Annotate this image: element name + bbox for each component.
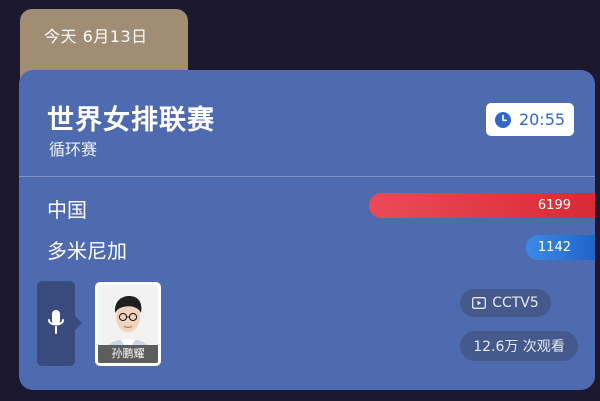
channel-badge[interactable]: CCTV5 [460,289,551,317]
tv-icon [472,297,487,309]
date-tab[interactable]: 今天 6月13日 [20,9,188,79]
divider [19,176,595,177]
match-time: 20:55 [518,110,566,129]
mic-pointer [75,316,82,330]
commentator-name: 孙鹏耀 [98,345,158,363]
team-name-away: 多米尼加 [47,239,127,263]
match-stage: 循环赛 [49,140,98,159]
clock-icon [494,111,511,128]
match-time-badge: 20:55 [486,103,574,136]
view-count-label: 12.6万 次观看 [473,339,565,355]
vote-count-home: 6199 [537,198,571,213]
date-tab-label: 今天 6月13日 [44,27,148,46]
team-name-home: 中国 [47,198,87,222]
match-title: 世界女排联赛 [47,105,215,136]
vote-bar-home[interactable]: 6199 [369,193,595,218]
view-count-badge: 12.6万 次观看 [460,331,578,361]
commentator-card[interactable]: 孙鹏耀 [95,282,161,366]
match-card[interactable]: 世界女排联赛 循环赛 20:55 中国 6199 多米尼加 1142 孙鹏耀 C… [19,70,595,390]
channel-label: CCTV5 [492,295,539,311]
vote-bar-away[interactable]: 1142 [526,235,595,260]
commentary-audio-button[interactable] [37,281,75,366]
microphone-icon [46,309,66,339]
vote-count-away: 1142 [537,240,571,255]
